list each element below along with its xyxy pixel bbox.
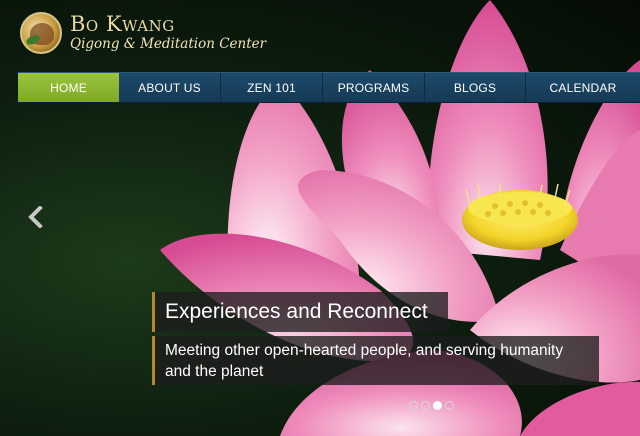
- slide-title-box: Experiences and Reconnect: [152, 292, 448, 332]
- logo-tagline: Qigong & Meditation Center: [70, 36, 267, 52]
- nav-item-blogs[interactable]: BLOGS: [425, 73, 526, 102]
- slide-title: Experiences and Reconnect: [165, 300, 428, 323]
- nav-item-calendar[interactable]: CALENDAR: [526, 73, 640, 102]
- logo-name: Bo Kwang: [70, 12, 175, 36]
- slider-dot-1[interactable]: [409, 401, 418, 410]
- site-logo[interactable]: Bo Kwang Qigong & Meditation Center: [20, 12, 266, 54]
- nav-item-about-us[interactable]: ABOUT US: [119, 73, 221, 102]
- nav-item-programs[interactable]: PROGRAMS: [323, 73, 425, 102]
- slider-dot-2[interactable]: [421, 401, 430, 410]
- main-nav: HOME ABOUT US ZEN 101 PROGRAMS BLOGS CAL…: [18, 72, 640, 103]
- slider-dot-4[interactable]: [445, 401, 454, 410]
- chevron-left-icon: [28, 206, 43, 228]
- slider-prev-button[interactable]: [24, 204, 46, 230]
- nav-item-zen-101[interactable]: ZEN 101: [221, 73, 323, 102]
- nav-item-home[interactable]: HOME: [18, 73, 119, 102]
- slider-pagination: [409, 401, 454, 410]
- logo-emblem-icon: [20, 12, 62, 54]
- slider-dot-3[interactable]: [433, 401, 442, 410]
- slide-description: Meeting other open-hearted people, and s…: [152, 336, 599, 385]
